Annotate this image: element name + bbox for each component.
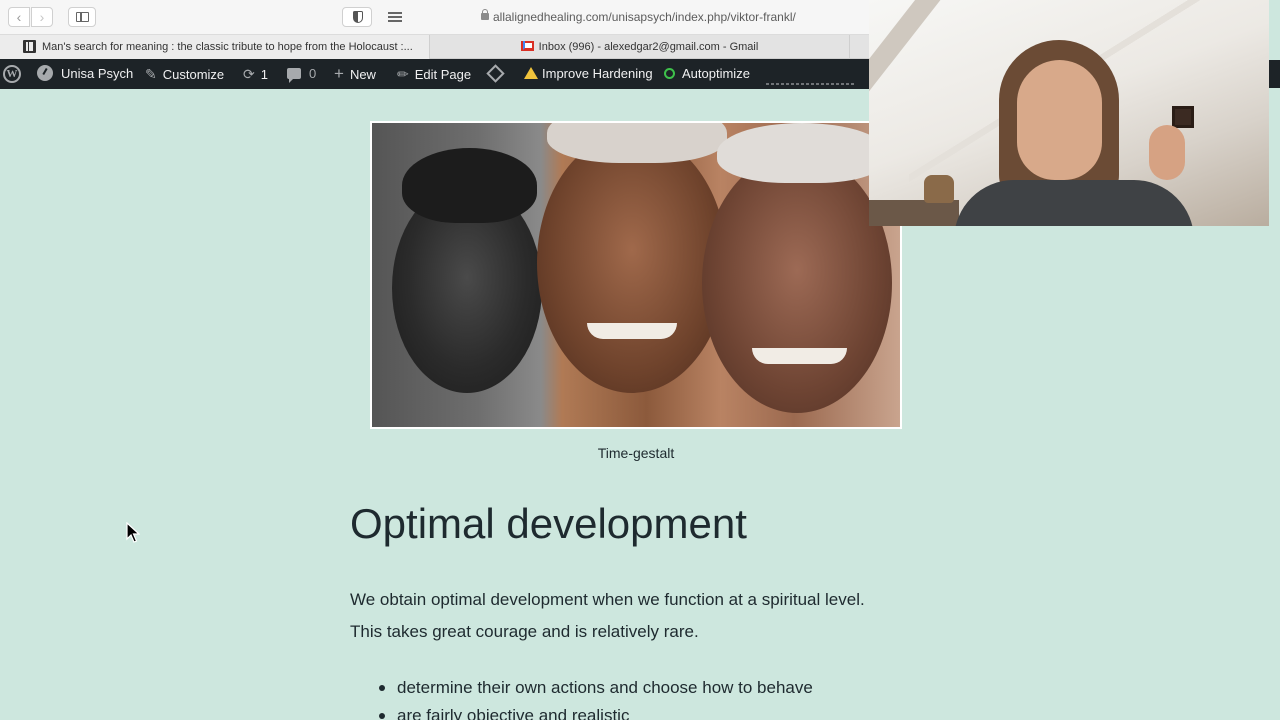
plus-icon: +	[334, 64, 344, 83]
content-image	[370, 121, 902, 429]
hair	[717, 123, 887, 183]
customize-link[interactable]: ✎ Customize	[145, 59, 224, 89]
traits-list: determine their own actions and choose h…	[378, 674, 813, 720]
tab-library-catalog[interactable]: Man's search for meaning : the classic t…	[0, 35, 430, 59]
section-heading: Optimal development	[350, 500, 747, 547]
comments-count: 0	[309, 66, 317, 81]
sidebar-icon	[76, 12, 89, 22]
paragraph-line: This takes great courage and is relative…	[350, 622, 699, 641]
admin-bar-indicator	[766, 83, 856, 85]
pencil-icon: ✏	[397, 66, 409, 82]
autoptimize-label: Autoptimize	[682, 66, 750, 81]
updates-link[interactable]: ⟳ 1	[243, 59, 268, 89]
updates-count: 1	[260, 67, 268, 82]
comments-link[interactable]: 0	[287, 59, 316, 89]
shelf	[869, 200, 959, 226]
tab-label: Inbox (996) - alexedgar2@gmail.com - Gma…	[538, 41, 759, 53]
back-icon: ‹	[16, 9, 22, 25]
refresh-icon: ⟳	[243, 66, 255, 82]
wp-admin-bar: W Unisa Psych ✎ Customize ⟳ 1 0 + New ✏ Edit…	[0, 59, 870, 89]
tab-label: Man's search for meaning : the classic t…	[42, 41, 413, 53]
status-circle-icon	[664, 68, 675, 79]
presenter-face	[1017, 60, 1102, 180]
list-item: are fairly objective and realistic	[378, 702, 813, 720]
improve-hardening-link[interactable]: Improve Hardening	[524, 59, 653, 89]
basket	[924, 175, 954, 203]
browser-toolbar: ‹ › allalignedhealing.com/unisapsych/ind…	[0, 0, 870, 35]
paragraph-line: We obtain optimal development when we fu…	[350, 590, 865, 609]
privacy-shield-icon	[353, 11, 363, 23]
body-paragraph: We obtain optimal development when we fu…	[350, 584, 930, 648]
sidebar-toggle-button[interactable]	[68, 7, 96, 27]
portrait-old	[702, 153, 892, 413]
list-item: determine their own actions and choose h…	[378, 674, 813, 702]
back-button[interactable]: ‹	[8, 7, 30, 27]
tab-bar: Man's search for meaning : the classic t…	[0, 35, 870, 59]
image-caption: Time-gestalt	[597, 445, 675, 461]
admin-bar-edge	[1269, 60, 1280, 88]
edit-page-label: Edit Page	[414, 67, 472, 82]
privacy-report-button[interactable]	[342, 7, 372, 27]
site-name-menu[interactable]: Unisa Psych	[37, 59, 133, 89]
improve-hardening-label: Improve Hardening	[542, 66, 653, 81]
presenter-hand	[1149, 125, 1185, 180]
reader-icon	[388, 12, 402, 14]
brush-icon: ✎	[145, 66, 157, 82]
lock-icon	[481, 9, 489, 20]
address-bar[interactable]: allalignedhealing.com/unisapsych/index.p…	[410, 7, 870, 28]
site-name: Unisa Psych	[61, 66, 134, 81]
tab-gmail-inbox[interactable]: Inbox (996) - alexedgar2@gmail.com - Gma…	[430, 35, 850, 59]
forward-button[interactable]: ›	[31, 7, 53, 27]
edit-page-link[interactable]: ✏ Edit Page	[397, 59, 471, 89]
url-text: allalignedhealing.com/unisapsych/index.p…	[493, 10, 796, 24]
webcam-overlay	[869, 0, 1269, 226]
smile	[752, 348, 847, 364]
forward-icon: ›	[39, 9, 45, 25]
hair	[402, 148, 537, 223]
diamond-icon[interactable]	[486, 64, 505, 83]
hair	[547, 123, 727, 163]
portrait-middle	[537, 133, 727, 393]
comment-icon	[287, 68, 301, 83]
wordpress-icon[interactable]: W	[3, 65, 21, 83]
gmail-icon	[520, 41, 534, 51]
reader-button[interactable]	[382, 7, 408, 27]
new-label: New	[349, 67, 376, 82]
smile	[587, 323, 677, 339]
warning-icon	[524, 67, 538, 79]
dashboard-icon	[37, 65, 53, 81]
cursor-icon	[126, 522, 140, 543]
presenter	[954, 40, 1194, 226]
autoptimize-menu[interactable]: Autoptimize	[664, 59, 750, 89]
book-icon	[23, 40, 36, 53]
new-content-menu[interactable]: + New	[334, 59, 376, 89]
presenter-body	[954, 180, 1194, 226]
customize-label: Customize	[162, 67, 225, 82]
